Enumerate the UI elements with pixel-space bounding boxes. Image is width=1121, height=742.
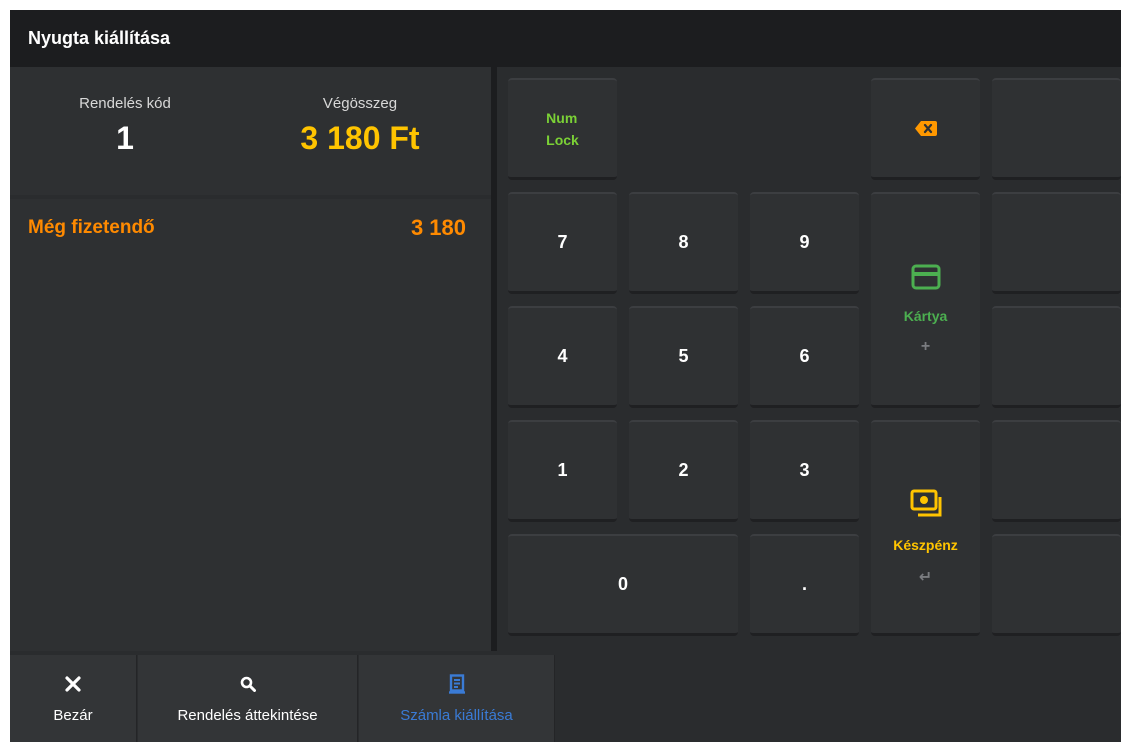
card-payment-button[interactable]: Kártya +	[871, 192, 980, 408]
close-button-label: Bezár	[53, 707, 93, 724]
bottom-action-bar: Bezár Rendelés áttekintése Számla kiállí…	[10, 651, 1121, 742]
numlock-label-line2: Lock	[546, 131, 579, 148]
close-button[interactable]: Bezár	[10, 655, 137, 742]
cash-icon	[910, 489, 941, 516]
card-payment-label: Kártya	[903, 307, 948, 324]
key-4[interactable]: 4	[508, 306, 617, 408]
cash-payment-button[interactable]: Készpénz ↵	[871, 420, 980, 636]
numlock-label-line1: Num	[546, 109, 578, 126]
credit-card-icon	[911, 264, 940, 289]
order-code-value: 1	[116, 120, 134, 156]
order-code-block: Rendelés kód 1	[70, 95, 180, 157]
enter-icon: ↵	[918, 568, 933, 586]
order-summary: Rendelés kód 1 Végösszeg 3 180 Ft	[10, 67, 491, 195]
key-6[interactable]: 6	[750, 306, 859, 408]
key-5[interactable]: 5	[629, 306, 738, 408]
amount-due-value: 3 180	[410, 215, 466, 240]
key-8[interactable]: 8	[629, 192, 738, 294]
numlock-key[interactable]: Num Lock	[508, 78, 617, 180]
issue-invoice-label: Számla kiállítása	[400, 707, 513, 724]
total-block: Végösszeg 3 180 Ft	[270, 95, 450, 157]
review-order-label: Rendelés áttekintése	[177, 707, 318, 724]
empty-key-slot	[992, 306, 1121, 408]
issue-invoice-button[interactable]: Számla kiállítása	[359, 655, 555, 742]
key-0[interactable]: 0	[508, 534, 738, 636]
close-icon	[65, 676, 81, 692]
review-order-button[interactable]: Rendelés áttekintése	[138, 655, 358, 742]
amount-due-label: Még fizetendő	[28, 217, 155, 238]
receipt-icon	[448, 674, 465, 694]
total-value: 3 180 Ft	[300, 120, 420, 156]
panel-divider	[491, 67, 497, 651]
key-9[interactable]: 9	[750, 192, 859, 294]
cash-payment-label: Készpénz	[893, 536, 958, 553]
key-2[interactable]: 2	[629, 420, 738, 522]
key-decimal[interactable]: .	[750, 534, 859, 636]
empty-key-slot	[992, 78, 1121, 180]
amount-due-panel: Még fizetendő 3 180	[10, 199, 491, 651]
receipt-dialog: Nyugta kiállítása Rendelés kód 1 Végössz…	[10, 10, 1121, 742]
numlock-label: Num Lock	[546, 107, 579, 151]
order-code-label: Rendelés kód	[79, 95, 171, 112]
empty-key-slot	[992, 534, 1121, 636]
backspace-icon	[914, 121, 937, 136]
backspace-key[interactable]	[871, 78, 980, 180]
plus-icon: +	[920, 337, 931, 355]
empty-key-slot	[992, 192, 1121, 294]
key-1[interactable]: 1	[508, 420, 617, 522]
total-label: Végösszeg	[322, 95, 398, 112]
search-icon	[240, 676, 256, 692]
key-7[interactable]: 7	[508, 192, 617, 294]
key-3[interactable]: 3	[750, 420, 859, 522]
page-title: Nyugta kiállítása	[10, 10, 1121, 67]
empty-key-slot	[992, 420, 1121, 522]
